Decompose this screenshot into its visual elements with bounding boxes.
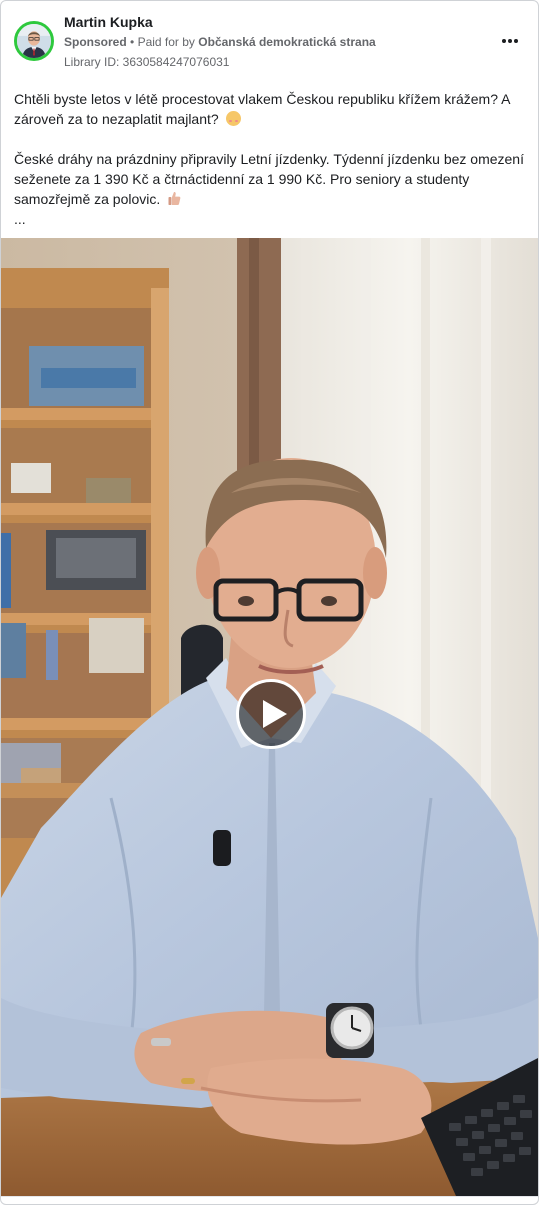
see-more-ellipsis[interactable]: ...: [14, 209, 526, 229]
paragraph-2-text: České dráhy na prázdniny připravily Letn…: [14, 151, 524, 207]
more-horizontal-icon: [501, 39, 519, 43]
avatar-photo: [17, 24, 51, 58]
post-paragraph-2: České dráhy na prázdniny připravily Letn…: [14, 149, 526, 209]
payer-name[interactable]: Občanská demokratická strana: [198, 35, 375, 49]
blushing-face-emoji: [225, 111, 241, 126]
sponsored-line: Sponsored • Paid for by Občanská demokra…: [64, 35, 376, 49]
author-name[interactable]: Martin Kupka: [64, 14, 153, 30]
library-id: Library ID: 3630584247076031: [64, 55, 230, 69]
ad-card: Martin Kupka Sponsored • Paid for by Obč…: [0, 0, 539, 1205]
card-bottom-divider: [1, 1196, 538, 1197]
paragraph-1-text: Chtěli byste letos v létě procestovat vl…: [14, 91, 510, 127]
video-player[interactable]: [1, 238, 538, 1196]
meta-separator: •: [130, 35, 138, 49]
play-button[interactable]: [236, 679, 306, 749]
sponsored-label: Sponsored: [64, 35, 127, 49]
more-options-button[interactable]: [498, 29, 522, 53]
post-paragraph-1: Chtěli byste letos v létě procestovat vl…: [14, 89, 526, 129]
play-icon: [262, 700, 287, 728]
post-text: Chtěli byste letos v létě procestovat vl…: [14, 89, 526, 229]
thumbs-up-emoji: [168, 192, 181, 205]
paid-for-prefix: Paid for by: [137, 35, 195, 49]
post-header: Martin Kupka Sponsored • Paid for by Obč…: [1, 1, 538, 81]
avatar[interactable]: [14, 21, 54, 61]
